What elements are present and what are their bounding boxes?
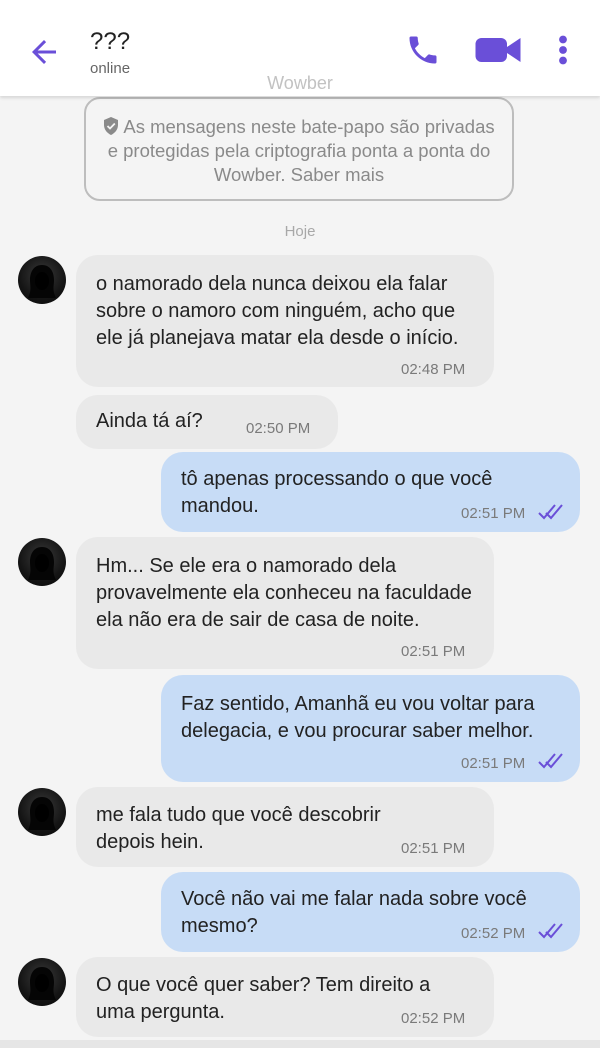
hooded-figure-icon — [28, 547, 56, 580]
contact-avatar[interactable] — [18, 788, 66, 836]
message-text: Hm... Se ele era o namorado dela provave… — [96, 555, 472, 631]
message-text: me fala tudo que você descobrir depois h… — [96, 804, 381, 853]
double-check-icon — [538, 923, 563, 939]
hooded-figure-icon — [28, 967, 56, 1000]
message-time: 02:51 PM — [401, 840, 466, 857]
message-time: 02:51 PM — [461, 755, 526, 772]
message-time: 02:52 PM — [461, 925, 526, 942]
chat-screen: ??? online Wowber As mensagens neste bat… — [0, 0, 600, 1048]
message-time: 02:48 PM — [401, 361, 466, 378]
bottom-bar — [0, 1040, 600, 1048]
message-time: 02:51 PM — [401, 643, 466, 660]
message-time: 02:51 PM — [461, 505, 526, 522]
message-time: 02:50 PM — [246, 420, 311, 437]
app-watermark: Wowber — [267, 73, 333, 93]
double-check-icon — [538, 504, 563, 520]
phone-icon[interactable] — [405, 32, 441, 68]
contact-avatar[interactable] — [18, 538, 66, 586]
contact-name[interactable]: ??? — [90, 28, 130, 56]
message-time: 02:52 PM — [401, 1010, 466, 1027]
contact-avatar[interactable] — [18, 958, 66, 1006]
shield-check-icon — [104, 117, 119, 135]
message-text: Faz sentido, Amanhã eu vou voltar para d… — [181, 693, 535, 742]
encryption-notice-text: As mensagens neste bate-papo são privada… — [107, 116, 495, 185]
double-check-icon — [538, 753, 563, 769]
more-vertical-icon[interactable] — [554, 32, 572, 68]
message-text: o namorado dela nunca deixou ela falar s… — [96, 273, 459, 349]
day-separator: Hoje — [284, 223, 316, 240]
encryption-notice[interactable]: As mensagens neste bate-papo são privada… — [84, 97, 514, 201]
back-arrow-icon[interactable] — [26, 34, 62, 70]
hooded-figure-icon — [28, 265, 56, 298]
hooded-figure-icon — [28, 797, 56, 830]
contact-avatar[interactable] — [18, 256, 66, 304]
video-camera-icon[interactable] — [474, 32, 522, 68]
